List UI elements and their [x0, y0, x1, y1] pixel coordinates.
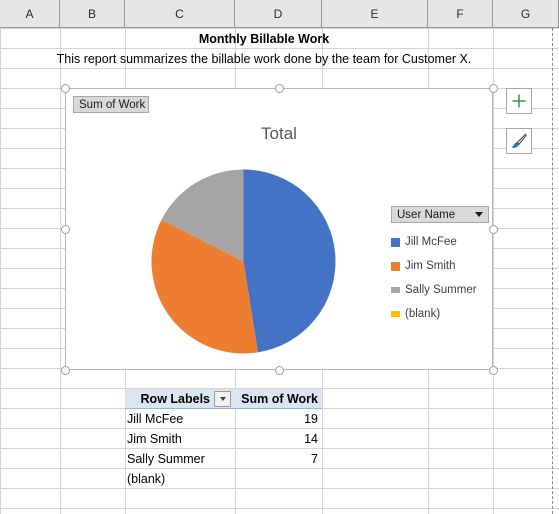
column-header-band: ABCDEFG [0, 0, 559, 28]
legend-swatch-icon [391, 311, 400, 317]
grid-col-line [493, 28, 494, 514]
column-header-e[interactable]: E [322, 0, 428, 27]
column-header-a[interactable]: A [0, 0, 60, 27]
plus-icon [512, 94, 526, 108]
legend-item-label: Jill McFee [405, 236, 457, 248]
paintbrush-icon [511, 133, 527, 148]
resize-handle[interactable] [274, 365, 284, 375]
resize-handle[interactable] [60, 83, 70, 93]
resize-handle[interactable] [488, 83, 498, 93]
grid-col-line [60, 28, 61, 514]
column-header-c[interactable]: C [125, 0, 235, 27]
legend-swatch-icon [391, 287, 400, 293]
pie-svg [151, 169, 336, 354]
chevron-down-icon [219, 396, 226, 401]
column-header-d[interactable]: D [235, 0, 322, 27]
chart-styles-button[interactable] [506, 128, 532, 154]
resize-handle[interactable] [274, 83, 284, 93]
pivot-row-label[interactable]: Jill McFee [127, 409, 235, 429]
chart-elements-button[interactable] [506, 88, 532, 114]
legend-swatch-icon [391, 261, 400, 271]
pivot-row-labels-header[interactable]: Row Labels [125, 389, 235, 409]
pie-slice[interactable] [243, 169, 336, 353]
page-title: Monthly Billable Work [198, 31, 330, 46]
column-header-f[interactable]: F [428, 0, 493, 27]
pivot-chart[interactable]: Sum of Work Total User Name Jill McFee Ji… [65, 88, 493, 370]
chart-field-button-sum-of-work[interactable]: Sum of Work [73, 96, 149, 113]
legend-item[interactable]: Jim Smith [391, 254, 491, 278]
pivot-row-label[interactable]: Jim Smith [127, 429, 235, 449]
resize-handle[interactable] [488, 224, 498, 234]
grid-col-line [0, 28, 1, 514]
pivot-row-value[interactable]: 7 [235, 449, 318, 469]
pivot-row-value[interactable] [235, 469, 318, 489]
legend-item-label: (blank) [405, 308, 441, 320]
pivot-row-labels-label: Row Labels [140, 391, 210, 406]
grid-row-line [0, 508, 559, 509]
legend-item[interactable]: (blank) [391, 302, 491, 326]
legend-field-button-user-name[interactable]: User Name [391, 206, 489, 223]
page-subtitle: This report summarizes the billable work… [56, 51, 472, 66]
legend-field-label: User Name [397, 208, 456, 221]
legend-item-label: Sally Summer [405, 284, 477, 296]
chart-title[interactable]: Total [66, 124, 492, 144]
pivot-row-value[interactable]: 19 [235, 409, 318, 429]
legend-item-label: Jim Smith [405, 260, 456, 272]
pivot-row-value[interactable]: 14 [235, 429, 318, 449]
page-break-line [552, 28, 553, 514]
pivot-row-label[interactable]: Sally Summer [127, 449, 235, 469]
chevron-down-icon [475, 212, 483, 217]
excel-worksheet[interactable]: ABCDEFG Monthly Billable Work This repor… [0, 0, 559, 514]
pivot-filter-button[interactable] [214, 390, 231, 407]
grid-row-line [0, 68, 559, 69]
column-header-b[interactable]: B [60, 0, 125, 27]
resize-handle[interactable] [60, 224, 70, 234]
chart-legend[interactable]: User Name Jill McFee Jim Smith Sally Summe… [391, 206, 491, 326]
pie-chart-plot-area[interactable] [151, 169, 336, 354]
column-header-g[interactable]: G [493, 0, 559, 27]
pivot-value-header[interactable]: Sum of Work [235, 389, 322, 409]
pivot-row-label[interactable]: (blank) [127, 469, 235, 489]
resize-handle[interactable] [488, 365, 498, 375]
legend-item[interactable]: Sally Summer [391, 278, 491, 302]
resize-handle[interactable] [60, 365, 70, 375]
legend-item[interactable]: Jill McFee [391, 230, 491, 254]
legend-swatch-icon [391, 237, 400, 247]
